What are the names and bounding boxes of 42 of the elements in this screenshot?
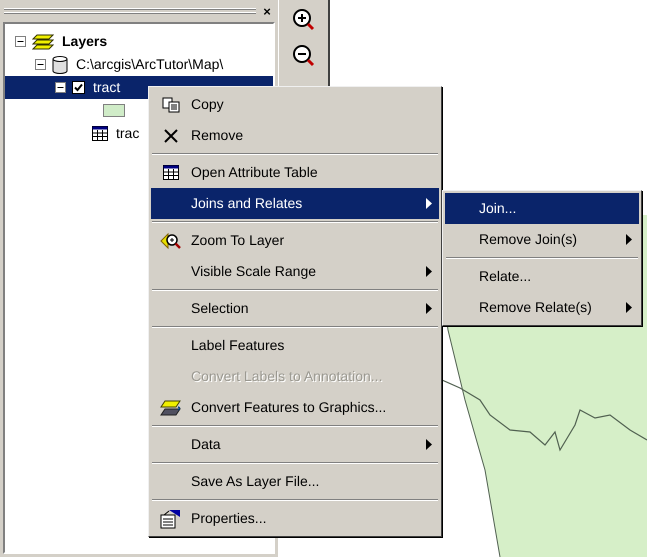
menu-item[interactable]: Label Features	[151, 330, 439, 361]
menu-item[interactable]: Data	[151, 429, 439, 460]
menu-item[interactable]: Remove Join(s)	[445, 224, 639, 255]
legend-swatch	[103, 104, 125, 117]
menu-item[interactable]: Zoom To Layer	[151, 225, 439, 256]
collapse-icon[interactable]	[35, 59, 46, 70]
menu-item[interactable]: Visible Scale Range	[151, 256, 439, 287]
layers-icon	[32, 32, 54, 50]
submenu-arrow-icon	[426, 266, 432, 277]
collapse-icon[interactable]	[15, 36, 26, 47]
copy-icon	[162, 96, 180, 112]
menu-item[interactable]: Open Attribute Table	[151, 157, 439, 188]
layer-name[interactable]: tract	[91, 77, 122, 98]
convert-layers-icon	[160, 398, 182, 416]
table-icon	[92, 126, 108, 141]
menu-item[interactable]: Save As Layer File...	[151, 466, 439, 497]
delete-x-icon	[163, 128, 179, 144]
collapse-icon[interactable]	[55, 82, 66, 93]
menu-item[interactable]: Join...	[445, 193, 639, 224]
table-icon	[163, 165, 179, 180]
layer-name[interactable]: Layers	[60, 31, 110, 52]
submenu-arrow-icon	[626, 302, 632, 313]
menu-item[interactable]: Remove Relate(s)	[445, 292, 639, 323]
menu-item[interactable]: Copy	[151, 89, 439, 120]
layer-name[interactable]: C:\arcgis\ArcTutor\Map\	[74, 54, 226, 75]
submenu-arrow-icon	[426, 439, 432, 450]
zoom-out-icon[interactable]	[292, 44, 316, 68]
menu-item[interactable]: Remove	[151, 120, 439, 151]
submenu-arrow-icon	[626, 234, 632, 245]
menu-item[interactable]: Joins and Relates	[151, 188, 439, 219]
checkbox[interactable]	[72, 81, 85, 94]
menu-item[interactable]: Relate...	[445, 261, 639, 292]
database-icon	[52, 56, 68, 74]
menu-item[interactable]: Properties...	[151, 503, 439, 534]
zoom-to-layer-icon	[160, 232, 182, 250]
zoom-in-icon[interactable]	[292, 8, 316, 32]
layer-name[interactable]: trac	[114, 123, 142, 144]
submenu-arrow-icon	[426, 303, 432, 314]
menu-item[interactable]: Convert Features to Graphics...	[151, 392, 439, 423]
menu-item[interactable]: Selection	[151, 293, 439, 324]
properties-icon	[160, 508, 182, 528]
submenu-arrow-icon	[426, 198, 432, 209]
